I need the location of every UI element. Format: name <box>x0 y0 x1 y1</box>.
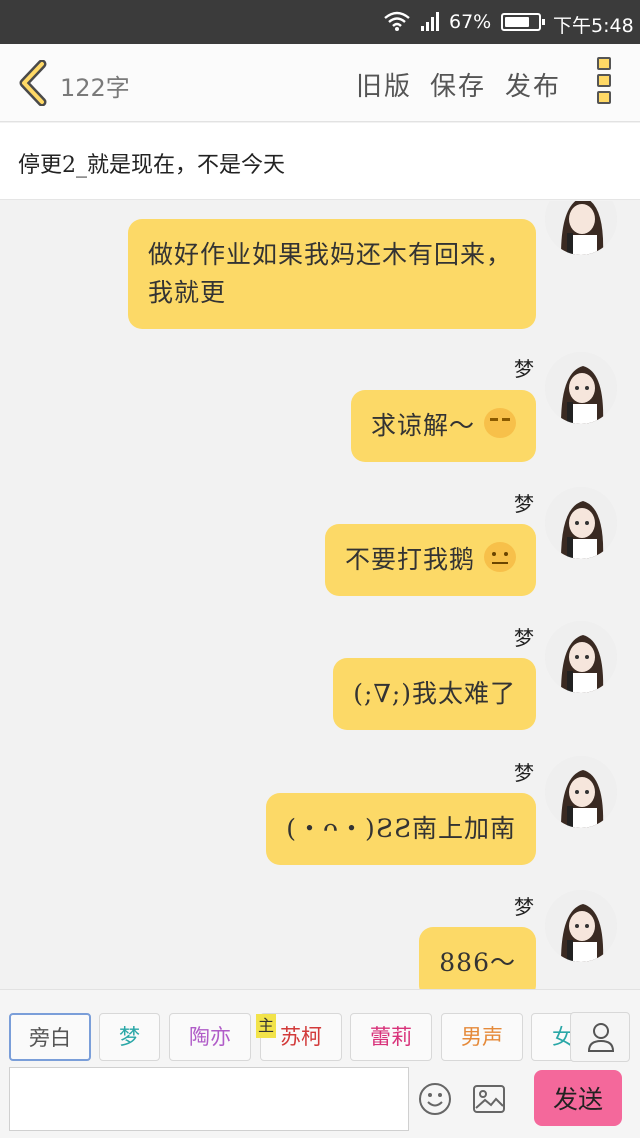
avatar[interactable] <box>545 621 617 693</box>
emoji-icon[interactable] <box>418 1082 452 1116</box>
character-button[interactable]: 梦 <box>99 1013 160 1061</box>
message-text: (;∇;)我太难了 <box>353 679 516 708</box>
image-icon[interactable] <box>472 1082 506 1116</box>
character-selector: 旁白 梦 陶亦 苏柯 蕾莉 男声 女 <box>0 989 640 1065</box>
main-character-badge: 主 <box>256 1014 276 1038</box>
more-menu-icon[interactable] <box>592 57 616 109</box>
wifi-icon <box>384 11 410 31</box>
old-version-button[interactable]: 旧版 <box>356 66 412 103</box>
speaker-name: 梦 <box>514 357 534 381</box>
signal-icon <box>421 12 439 31</box>
battery-percent: 67% <box>449 11 492 33</box>
message-text: 不要打我鹅 <box>345 545 476 574</box>
avatar[interactable] <box>545 487 617 559</box>
message-text: 做好作业如果我妈还木有回来，我就更 <box>148 240 513 307</box>
message-bubble[interactable]: 不要打我鹅 <box>325 524 536 596</box>
back-chevron-icon[interactable] <box>14 60 54 106</box>
speaker-name: 梦 <box>514 492 534 516</box>
neutral-face-icon <box>484 542 516 572</box>
avatar[interactable] <box>545 756 617 828</box>
message-text: (・ᴖ・)ƧƧ南上加南 <box>286 814 516 843</box>
message-bubble[interactable]: (;∇;)我太难了 <box>333 658 536 730</box>
editor-header: 122字 旧版 保存 发布 <box>0 44 640 122</box>
message-bubble[interactable]: 求谅解～ <box>351 390 536 462</box>
status-bar: 67% 下午5:48 <box>0 0 640 44</box>
user-icon <box>587 1023 615 1052</box>
message-input[interactable] <box>9 1067 409 1131</box>
avatar[interactable] <box>545 352 617 424</box>
message-text: 求谅解～ <box>371 411 476 440</box>
chat-area[interactable]: 做好作业如果我妈还木有回来，我就更 梦 求谅解～ 梦 不要打我鹅 梦 (;∇;)… <box>0 201 640 989</box>
story-title: 停更2_就是现在，不是今天 <box>18 153 285 178</box>
message-bubble[interactable]: (・ᴖ・)ƧƧ南上加南 <box>266 793 536 865</box>
character-button[interactable]: 蕾莉 <box>350 1013 432 1061</box>
battery-icon <box>501 13 545 31</box>
send-button[interactable]: 发送 <box>534 1070 622 1126</box>
speaker-name: 梦 <box>514 626 534 650</box>
publish-button[interactable]: 发布 <box>505 66 561 103</box>
avatar[interactable] <box>545 201 617 255</box>
status-time: 下午5:48 <box>553 15 634 37</box>
message-text: 886～ <box>439 948 516 977</box>
composer: 发送 <box>0 1065 640 1138</box>
story-title-bar[interactable]: 停更2_就是现在，不是今天 <box>0 123 640 200</box>
word-count: 122字 <box>60 74 130 102</box>
save-button[interactable]: 保存 <box>430 66 486 103</box>
add-character-button[interactable] <box>570 1012 630 1062</box>
crying-face-icon <box>484 408 516 438</box>
character-button[interactable]: 陶亦 <box>169 1013 251 1061</box>
speaker-name: 梦 <box>514 761 534 785</box>
message-bubble[interactable]: 886～ <box>419 927 536 989</box>
message-bubble[interactable]: 做好作业如果我妈还木有回来，我就更 <box>128 219 536 329</box>
speaker-name: 梦 <box>514 895 534 919</box>
character-button[interactable]: 旁白 <box>9 1013 91 1061</box>
character-button[interactable]: 男声 <box>441 1013 523 1061</box>
avatar[interactable] <box>545 890 617 962</box>
